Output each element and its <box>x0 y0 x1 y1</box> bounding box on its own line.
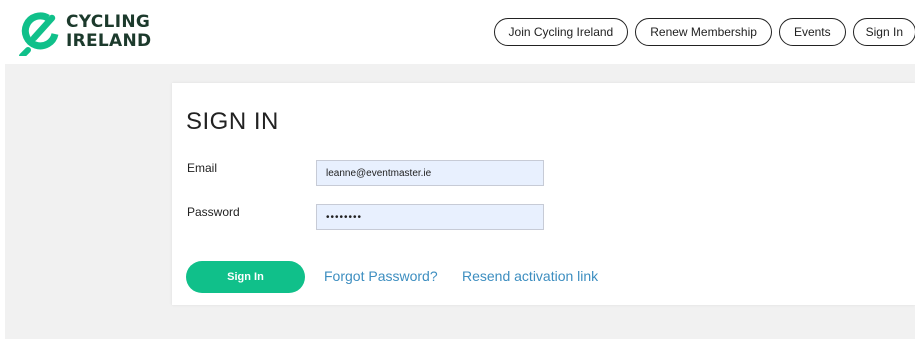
site-logo[interactable]: CYCLING IRELAND <box>18 12 168 56</box>
renew-membership-button[interactable]: Renew Membership <box>635 18 772 46</box>
header-nav: Join Cycling Ireland Renew Membership Ev… <box>493 18 915 46</box>
header-sign-in-button[interactable]: Sign In <box>852 18 915 46</box>
brand-name: CYCLING IRELAND <box>66 13 151 51</box>
password-field[interactable] <box>316 204 544 230</box>
email-field[interactable] <box>316 160 544 186</box>
brand-line-1: CYCLING <box>66 12 151 32</box>
site-header: CYCLING IRELAND Join Cycling Ireland Ren… <box>0 0 915 64</box>
forgot-password-link[interactable]: Forgot Password? <box>324 268 438 284</box>
cycling-ireland-logo-icon <box>19 12 59 56</box>
brand-line-2: IRELAND <box>66 31 152 51</box>
sign-in-card: SIGN IN Email Password Sign In Forgot Pa… <box>172 83 915 305</box>
events-button[interactable]: Events <box>778 18 846 46</box>
sign-in-submit-button[interactable]: Sign In <box>186 261 305 293</box>
email-label: Email <box>187 161 218 175</box>
password-label: Password <box>187 205 240 219</box>
page-title: SIGN IN <box>186 108 279 135</box>
page: CYCLING IRELAND Join Cycling Ireland Ren… <box>0 0 915 339</box>
join-button[interactable]: Join Cycling Ireland <box>493 18 629 46</box>
resend-activation-link[interactable]: Resend activation link <box>462 268 598 284</box>
